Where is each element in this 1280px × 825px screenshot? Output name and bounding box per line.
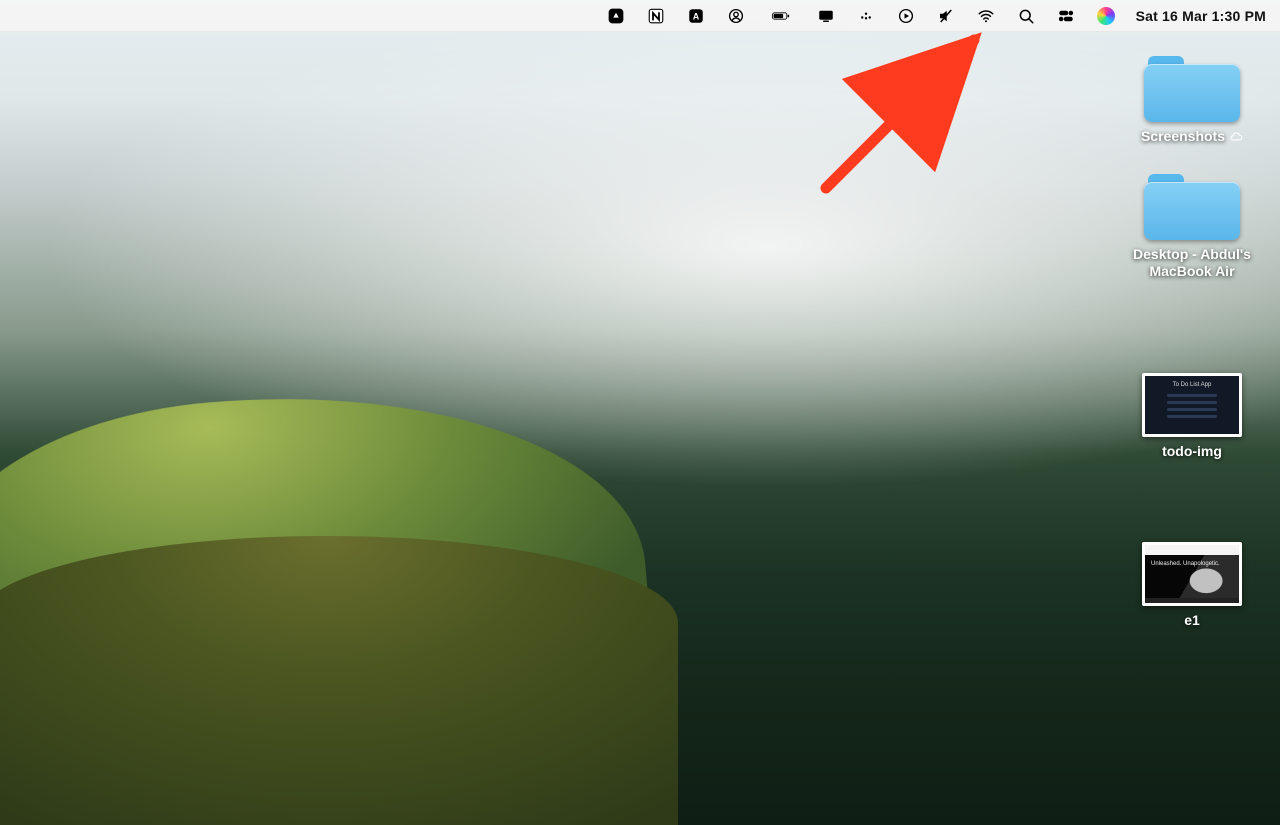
google-drive-icon[interactable] xyxy=(606,6,626,26)
wifi-icon[interactable] xyxy=(976,6,996,26)
menu-bar: A Sat 16 Mar 1:30 PM xyxy=(0,0,1280,32)
user-circle-icon[interactable] xyxy=(726,6,746,26)
wallpaper-trees xyxy=(0,536,678,825)
desktop-folder-desktop-macbook[interactable]: Desktop - Abdul's MacBook Air xyxy=(1112,168,1272,281)
menu-bar-clock[interactable]: Sat 16 Mar 1:30 PM xyxy=(1136,8,1266,24)
desktop-wallpaper xyxy=(0,0,1280,825)
desktop-folder-screenshots[interactable]: Screenshots xyxy=(1112,50,1272,146)
spotlight-search-icon[interactable] xyxy=(1016,6,1036,26)
notion-icon[interactable] xyxy=(646,6,666,26)
desktop-icon-label: Desktop - Abdul's MacBook Air xyxy=(1112,246,1272,281)
folder-icon xyxy=(1144,50,1240,122)
desktop-icon-label: todo-img xyxy=(1162,443,1222,461)
desktop-image-e1[interactable]: Unleashed. Unapologetic. e1 xyxy=(1112,542,1272,630)
app-a-icon[interactable]: A xyxy=(686,6,706,26)
control-center-icon[interactable] xyxy=(1056,6,1076,26)
icloud-icon xyxy=(1229,132,1243,142)
desktop-icon-label: Screenshots xyxy=(1141,128,1243,146)
now-playing-icon[interactable] xyxy=(896,6,916,26)
image-thumbnail: To Do List App xyxy=(1142,373,1242,437)
display-icon[interactable] xyxy=(816,6,836,26)
thumb-title: To Do List App xyxy=(1145,382,1239,388)
sound-muted-icon[interactable] xyxy=(936,6,956,26)
svg-text:A: A xyxy=(692,11,699,21)
desktop-icons-area: Screenshots Desktop - Abdul's MacBook Ai… xyxy=(1112,50,1272,630)
menu-extra-dots-icon[interactable] xyxy=(856,6,876,26)
desktop-image-todo[interactable]: To Do List App todo-img xyxy=(1112,373,1272,461)
image-thumbnail: Unleashed. Unapologetic. xyxy=(1142,542,1242,606)
battery-icon[interactable] xyxy=(766,6,796,26)
desktop-icon-label: e1 xyxy=(1184,612,1200,630)
folder-icon xyxy=(1144,168,1240,240)
siri-icon[interactable] xyxy=(1096,6,1116,26)
